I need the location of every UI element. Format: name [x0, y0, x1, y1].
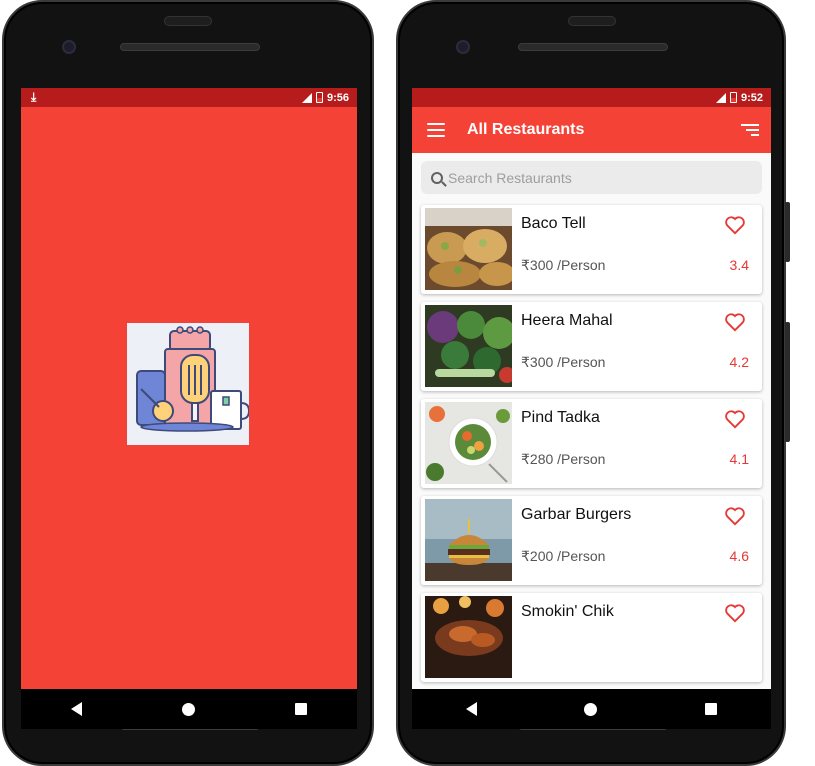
back-icon[interactable]: [465, 702, 477, 716]
restaurant-name: Pind Tadka: [521, 409, 600, 426]
front-camera: [62, 40, 76, 54]
phone-frame-list: 9:52 All Restaurants Search Restaurants: [396, 0, 790, 766]
page-title: All Restaurants: [467, 121, 585, 138]
battery-icon: [729, 92, 737, 103]
restaurant-price: ₹300 /Person: [521, 354, 606, 370]
home-icon[interactable]: [182, 702, 195, 716]
app-logo: [127, 323, 251, 445]
restaurant-price: ₹280 /Person: [521, 451, 606, 467]
sort-icon[interactable]: [741, 124, 759, 136]
signal-icon: [715, 92, 726, 103]
app-toolbar: All Restaurants: [412, 107, 771, 153]
restaurant-price: ₹300 /Person: [521, 257, 606, 273]
restaurant-image: [425, 402, 512, 484]
restaurant-name: Baco Tell: [521, 215, 586, 232]
restaurant-price: ₹200 /Person: [521, 548, 606, 564]
restaurant-list-screen: 9:52 All Restaurants Search Restaurants: [412, 88, 771, 729]
recents-icon[interactable]: [705, 703, 718, 715]
heart-outline-icon[interactable]: [724, 312, 746, 332]
restaurant-image: [425, 596, 512, 678]
restaurant-image: [425, 208, 512, 290]
restaurant-name: Garbar Burgers: [521, 506, 632, 523]
battery-icon: [315, 92, 323, 103]
system-navigation-bar: [412, 689, 771, 729]
splash-screen: ⤓ 9:56: [21, 88, 357, 729]
restaurant-rating: 3.4: [729, 257, 749, 273]
earpiece-speaker: [120, 43, 260, 51]
restaurant-card[interactable]: Smokin' Chik: [421, 593, 762, 682]
restaurant-rating: 4.1: [729, 451, 749, 467]
phone-notch: [568, 16, 616, 26]
status-time: 9:56: [326, 91, 349, 104]
splash-background: [21, 107, 357, 689]
restaurant-card[interactable]: Baco Tell ₹300 /Person 3.4: [421, 205, 762, 294]
status-bar: ⤓ 9:56: [21, 88, 357, 107]
download-icon: ⤓: [31, 90, 37, 104]
heart-outline-icon[interactable]: [724, 506, 746, 526]
status-time: 9:52: [740, 91, 763, 104]
phone-notch: [164, 16, 212, 26]
search-placeholder: Search Restaurants: [448, 169, 572, 186]
restaurant-name: Smokin' Chik: [521, 603, 614, 620]
status-bar: 9:52: [412, 88, 771, 107]
signal-icon: [301, 92, 312, 103]
earpiece-speaker: [518, 43, 668, 51]
restaurant-image: [425, 305, 512, 387]
front-camera: [456, 40, 470, 54]
recents-icon[interactable]: [295, 703, 307, 715]
volume-button: [785, 322, 790, 442]
restaurant-card[interactable]: Heera Mahal ₹300 /Person 4.2: [421, 302, 762, 391]
heart-outline-icon[interactable]: [724, 215, 746, 235]
restaurant-card[interactable]: Pind Tadka ₹280 /Person 4.1: [421, 399, 762, 488]
power-button: [785, 202, 790, 262]
back-icon[interactable]: [71, 702, 82, 716]
heart-outline-icon[interactable]: [724, 603, 746, 623]
phone-frame-splash: ⤓ 9:56: [2, 0, 374, 766]
restaurant-list: Search Restaurants Baco Tell ₹300 /Perso…: [412, 153, 771, 689]
search-input[interactable]: Search Restaurants: [421, 161, 762, 194]
restaurant-image: [425, 499, 512, 581]
system-navigation-bar: [21, 689, 357, 729]
home-icon[interactable]: [584, 702, 598, 716]
restaurant-card[interactable]: Garbar Burgers ₹200 /Person 4.6: [421, 496, 762, 585]
menu-icon[interactable]: [427, 123, 445, 137]
search-icon: [431, 171, 443, 184]
restaurant-name: Heera Mahal: [521, 312, 613, 329]
restaurant-rating: 4.6: [729, 548, 749, 564]
heart-outline-icon[interactable]: [724, 409, 746, 429]
restaurant-rating: 4.2: [729, 354, 749, 370]
